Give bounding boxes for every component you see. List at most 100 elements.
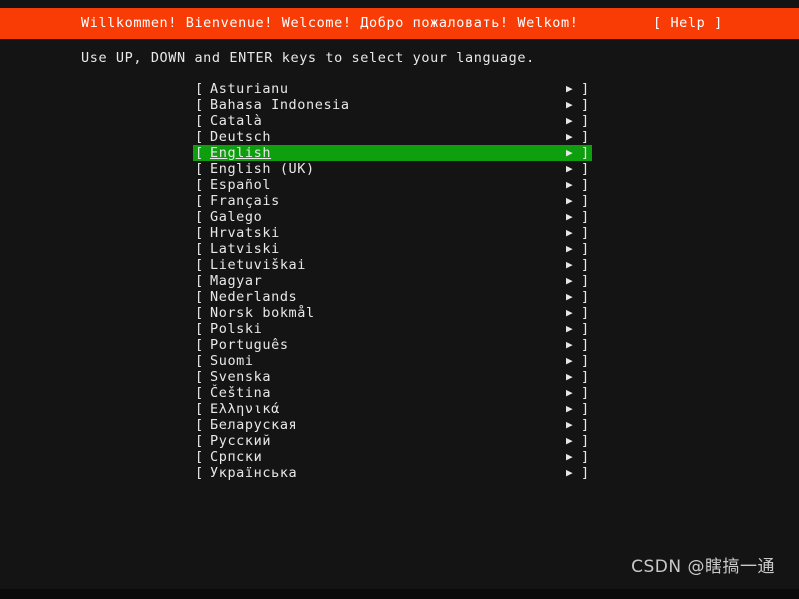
bracket-open: [: [195, 385, 204, 401]
language-option[interactable]: [ Беларуская ▶]: [0, 417, 799, 433]
bracket-open: [: [195, 465, 204, 481]
bracket-open: [: [195, 209, 204, 225]
language-option-label: Català: [210, 113, 263, 129]
submenu-arrow-icon: ▶: [566, 226, 574, 239]
language-option-label: English: [210, 145, 272, 161]
language-option-label: Ελληνικά: [210, 401, 280, 417]
language-option-label: Čeština: [210, 385, 272, 401]
language-option[interactable]: [Magyar ▶]: [0, 273, 799, 289]
language-option-label: Українська: [210, 465, 298, 481]
bracket-close: ]: [581, 417, 590, 433]
bracket-close: ]: [581, 97, 590, 113]
bracket-close: ]: [581, 321, 590, 337]
instruction-text: Use UP, DOWN and ENTER keys to select yo…: [81, 50, 535, 66]
language-option-label: Nederlands: [210, 289, 298, 305]
language-option[interactable]: [Ελληνικά ▶]: [0, 401, 799, 417]
bracket-close: ]: [581, 81, 590, 97]
bracket-open: [: [195, 129, 204, 145]
submenu-arrow-icon: ▶: [566, 402, 574, 415]
language-option[interactable]: [English (UK) ▶]: [0, 161, 799, 177]
submenu-arrow-icon: ▶: [566, 418, 574, 431]
watermark: CSDN @瞎搞一通: [631, 557, 775, 577]
bracket-open: [: [195, 257, 204, 273]
bracket-close: ]: [581, 337, 590, 353]
bracket-close: ]: [581, 369, 590, 385]
language-list[interactable]: [ Asturianu ▶] [ Bahasa Indonesia ▶] [ Català ▶]…: [0, 81, 799, 481]
language-option-label: Galego: [210, 209, 263, 225]
bracket-open: [: [195, 289, 204, 305]
bracket-open: [: [195, 321, 204, 337]
submenu-arrow-icon: ▶: [566, 194, 574, 207]
language-option-label: Português: [210, 337, 289, 353]
help-button[interactable]: [ Help ]: [653, 8, 723, 39]
bracket-open: [: [195, 113, 204, 129]
submenu-arrow-icon: ▶: [566, 386, 574, 399]
submenu-arrow-icon: ▶: [566, 370, 574, 383]
bracket-open: [: [195, 417, 204, 433]
language-option[interactable]: [Suomi ▶]: [0, 353, 799, 369]
language-option[interactable]: [Hrvatski ▶]: [0, 225, 799, 241]
bracket-close: ]: [581, 449, 590, 465]
installer-screen: Willkommen! Bienvenue! Welcome! Добро по…: [0, 0, 799, 599]
language-option[interactable]: [ English ▶]: [0, 145, 799, 161]
bracket-close: ]: [581, 433, 590, 449]
bracket-close: ]: [581, 257, 590, 273]
language-option[interactable]: [Español ▶]: [0, 177, 799, 193]
language-option[interactable]: [Galego ▶]: [0, 209, 799, 225]
bracket-open: [: [195, 81, 204, 97]
submenu-arrow-icon: ▶: [566, 306, 574, 319]
bracket-close: ]: [581, 145, 590, 161]
bracket-open: [: [195, 433, 204, 449]
bracket-close: ]: [581, 465, 590, 481]
bracket-close: ]: [581, 177, 590, 193]
bracket-open: [: [195, 401, 204, 417]
language-option[interactable]: [Українська ▶]: [0, 465, 799, 481]
language-option-label: Suomi: [210, 353, 254, 369]
submenu-arrow-icon: ▶: [566, 114, 574, 127]
language-option[interactable]: [Português ▶]: [0, 337, 799, 353]
language-option-label: Latviski: [210, 241, 280, 257]
language-option-label: Русский: [210, 433, 272, 449]
language-option-label: Српски: [210, 449, 263, 465]
language-option-label: Español: [210, 177, 272, 193]
language-option-label: Asturianu: [210, 81, 289, 97]
language-option[interactable]: [Русский ▶]: [0, 433, 799, 449]
language-option[interactable]: [Français ▶]: [0, 193, 799, 209]
submenu-arrow-icon: ▶: [566, 146, 574, 159]
bracket-open: [: [195, 145, 204, 161]
submenu-arrow-icon: ▶: [566, 450, 574, 463]
submenu-arrow-icon: ▶: [566, 130, 574, 143]
language-option-label: Deutsch: [210, 129, 272, 145]
language-option[interactable]: [Lietuviškai ▶]: [0, 257, 799, 273]
language-option-label: Lietuviškai: [210, 257, 307, 273]
submenu-arrow-icon: ▶: [566, 290, 574, 303]
submenu-arrow-icon: ▶: [566, 210, 574, 223]
bottom-strip: [0, 589, 799, 599]
language-option[interactable]: [ Deutsch ▶]: [0, 129, 799, 145]
language-option-label: Français: [210, 193, 280, 209]
language-option[interactable]: [Svenska ▶]: [0, 369, 799, 385]
bracket-close: ]: [581, 273, 590, 289]
language-option[interactable]: [Asturianu ▶]: [0, 81, 799, 97]
language-option[interactable]: [ Norsk bokmål ▶]: [0, 305, 799, 321]
bracket-open: [: [195, 97, 204, 113]
bracket-close: ]: [581, 305, 590, 321]
bracket-open: [: [195, 193, 204, 209]
submenu-arrow-icon: ▶: [566, 178, 574, 191]
bracket-close: ]: [581, 225, 590, 241]
language-option[interactable]: [ Bahasa Indonesia ▶]: [0, 97, 799, 113]
language-option[interactable]: [ Српски ▶]: [0, 449, 799, 465]
language-option[interactable]: [Nederlands ▶]: [0, 289, 799, 305]
language-option[interactable]: [Català ▶]: [0, 113, 799, 129]
language-option[interactable]: [Polski ▶]: [0, 321, 799, 337]
language-option-label: Беларуская: [210, 417, 298, 433]
bracket-close: ]: [581, 129, 590, 145]
language-option-label: Norsk bokmål: [210, 305, 315, 321]
language-option[interactable]: [Latviski ▶]: [0, 241, 799, 257]
bracket-open: [: [195, 449, 204, 465]
bracket-open: [: [195, 273, 204, 289]
submenu-arrow-icon: ▶: [566, 98, 574, 111]
language-option-label: Bahasa Indonesia: [210, 97, 350, 113]
bracket-open: [: [195, 305, 204, 321]
language-option[interactable]: [Čeština ▶]: [0, 385, 799, 401]
